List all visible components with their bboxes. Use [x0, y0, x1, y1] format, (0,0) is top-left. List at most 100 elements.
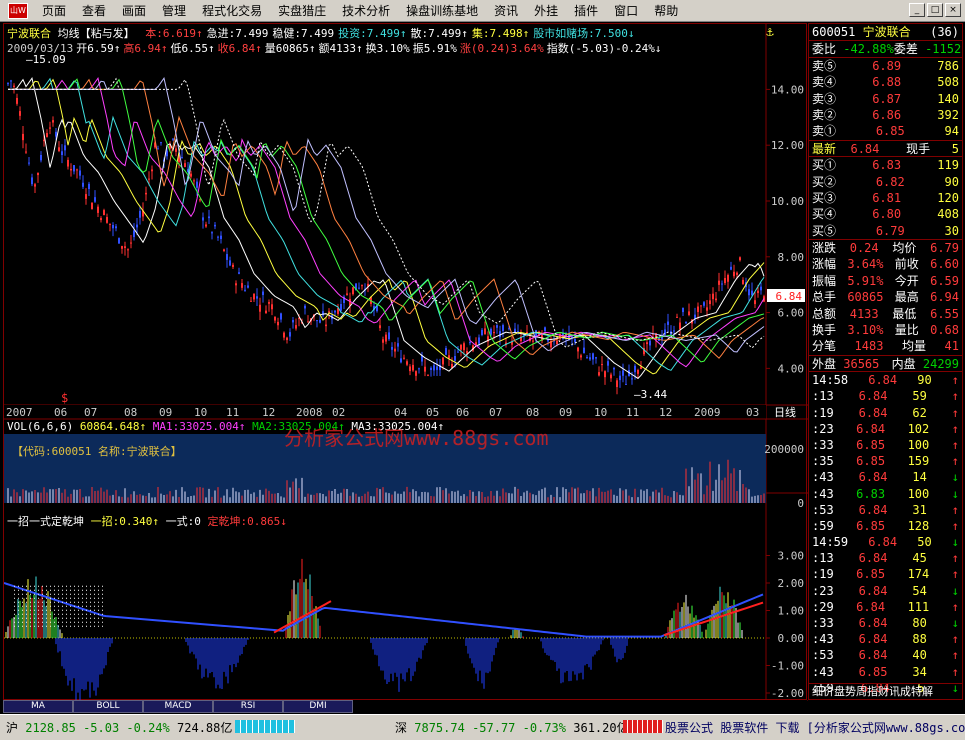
candle-body	[607, 361, 609, 366]
minimize-button[interactable]: _	[909, 3, 925, 17]
ind-dot	[42, 625, 43, 627]
menu-item-7[interactable]: 操盘训练基地	[398, 0, 486, 22]
ind-dot	[26, 593, 27, 595]
ind-dot	[78, 597, 79, 599]
ind-dot	[46, 601, 47, 603]
stat-row-cell: 3.64%	[847, 257, 884, 272]
candle-body	[247, 285, 249, 288]
ind-dot	[90, 621, 91, 623]
tick-row: 14:58 6.84 90 ↑	[809, 372, 962, 388]
candle-body	[136, 224, 138, 228]
candle-body	[250, 300, 252, 302]
ind-dot	[38, 597, 39, 599]
ind-dot	[18, 597, 19, 599]
price-ytick: 6.00	[778, 307, 805, 320]
sidebar-footer[interactable]: 细价盘势周指财讯成特解	[809, 682, 962, 699]
chart-area[interactable]: 宁波联合 均线【粘与发】 本:6.619↑ 急进:7.499 稳健:7.499 投资:…	[3, 23, 808, 701]
menu-item-10[interactable]: 插件	[566, 0, 606, 22]
price-ytick: 12.00	[771, 139, 804, 152]
ind-dot	[102, 625, 103, 627]
menu-item-2[interactable]: 画面	[114, 0, 154, 22]
tick-row-cell: :43	[812, 486, 834, 501]
ind-dot	[14, 613, 15, 615]
close-button[interactable]: ×	[945, 3, 961, 17]
maximize-button[interactable]: □	[927, 3, 943, 17]
ind-dot	[62, 609, 63, 611]
status-bar: 沪 2128.85 -5.03 -0.24% 724.88亿 深 7875.74…	[0, 714, 965, 740]
tick-row-cell: ↑	[951, 373, 959, 388]
ind-dot	[38, 589, 39, 591]
ind-dot	[98, 617, 99, 619]
candle-body	[244, 289, 246, 291]
candle-body	[211, 232, 213, 234]
candle-body	[646, 342, 648, 345]
ind-dot	[90, 625, 91, 627]
menu-item-3[interactable]: 管理	[154, 0, 194, 22]
ind-dot	[50, 589, 51, 591]
date-tick: 04	[394, 406, 408, 419]
ask-row-cell: 6.87	[872, 91, 902, 106]
ind-dot	[46, 589, 47, 591]
ma-line	[8, 78, 765, 363]
stat-row-cell: 涨跌	[812, 241, 837, 256]
candle-body	[589, 357, 591, 360]
ind-dot	[26, 585, 27, 587]
stat-row-cell: 分笔	[812, 339, 837, 354]
tick-row-cell: ↓	[951, 470, 959, 485]
tick-row: :43 6.84 88 ↑	[809, 631, 962, 647]
ind-dot	[22, 601, 23, 603]
ind-dot	[66, 597, 67, 599]
candle-body	[10, 80, 12, 82]
ind-dot	[34, 609, 35, 611]
tick-row-cell: 6.85	[856, 567, 886, 582]
ind-dot	[98, 609, 99, 611]
ad-link[interactable]: 股票公式 股票软件 下载 [分析家公式网www.88gs.com]	[665, 719, 965, 736]
menu-item-9[interactable]: 外挂	[526, 0, 566, 22]
tick-row-cell: 6.84	[868, 535, 898, 550]
menu-item-5[interactable]: 实盘猎庄	[270, 0, 334, 22]
menu-item-1[interactable]: 查看	[74, 0, 114, 22]
bid-row: 买② 6.82 90	[809, 174, 962, 190]
candle-body	[478, 337, 480, 344]
tab-macd[interactable]: MACD	[143, 700, 213, 713]
stat-row-cell: 总手	[812, 290, 837, 305]
ind-dot	[54, 589, 55, 591]
indicator-tabs: MA BOLL MACD RSI DMI	[3, 700, 807, 714]
ind-dot	[62, 625, 63, 627]
menu-item-8[interactable]: 资讯	[486, 0, 526, 22]
candle-body	[727, 274, 729, 282]
sh-pct: -0.24%	[126, 721, 170, 735]
menu-item-0[interactable]: 页面	[34, 0, 74, 22]
ind-dot	[102, 617, 103, 619]
ind-dot	[94, 617, 95, 619]
candle-body	[97, 206, 99, 213]
ind-dot	[18, 609, 19, 611]
ind-dot	[22, 625, 23, 627]
candle-body	[700, 305, 702, 307]
quote-sidebar: 600051 宁波联合 (36) 委比 -42.88% 委差 -1152 卖⑤ 6…	[808, 23, 963, 700]
menu-item-12[interactable]: 帮助	[646, 0, 686, 22]
ind-dot	[46, 613, 47, 615]
ask-row-cell: 卖①	[812, 124, 837, 139]
candle-body	[280, 313, 282, 320]
tick-row-cell: ↑	[951, 648, 959, 663]
menu-item-4[interactable]: 程式化交易	[194, 0, 270, 22]
ind-dot	[54, 605, 55, 607]
ind-dot	[58, 601, 59, 603]
ind-dot	[34, 585, 35, 587]
tick-row-cell: ↓	[951, 535, 959, 550]
menu-item-11[interactable]: 窗口	[606, 0, 646, 22]
ind-dot	[90, 593, 91, 595]
tab-dmi[interactable]: DMI	[283, 700, 353, 713]
ind-dot	[70, 613, 71, 615]
tab-rsi[interactable]: RSI	[213, 700, 283, 713]
tab-ma[interactable]: MA	[3, 700, 73, 713]
tick-row-cell: 34	[912, 664, 927, 679]
menu-item-6[interactable]: 技术分析	[334, 0, 398, 22]
tab-boll[interactable]: BOLL	[73, 700, 143, 713]
ask-row-cell: 94	[944, 124, 959, 139]
ind-dot	[74, 625, 75, 627]
app-icon[interactable]: 山W	[8, 2, 28, 19]
candle-body	[682, 307, 684, 313]
ind-dot	[30, 585, 31, 587]
